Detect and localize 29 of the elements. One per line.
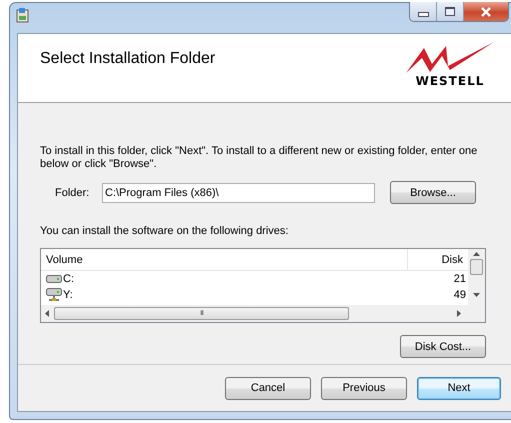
scroll-up-icon (473, 252, 480, 256)
browse-button[interactable]: Browse... (390, 181, 476, 204)
folder-label: Folder: (54, 186, 90, 198)
network-drive-icon (46, 288, 62, 302)
scroll-right-icon (457, 310, 461, 317)
dialog-button[interactable]: Previous (321, 376, 407, 400)
vertical-scrollbar[interactable] (468, 249, 485, 305)
disk-cell-text: 49 (454, 289, 467, 301)
installer-icon (16, 7, 30, 23)
column-header[interactable]: Volume (41, 249, 408, 270)
column-header[interactable]: Disk (408, 249, 468, 270)
dialog-button[interactable]: Cancel (225, 376, 311, 400)
close-button[interactable] (464, 2, 508, 21)
drives-label: You can install the software on the following drives: (40, 225, 290, 237)
scroll-left-icon (45, 310, 49, 317)
scroll-down-icon (473, 293, 480, 297)
maximize-button[interactable] (437, 2, 464, 21)
volume-cell-text: Y: (63, 289, 74, 301)
logo-text: WESTELL (416, 74, 484, 88)
drive-icon (46, 274, 62, 284)
disk-cost-button[interactable]: Disk Cost... (400, 335, 486, 358)
dialog-button[interactable]: Next (417, 376, 501, 400)
instructions-text: To install in this folder, click "Next". To install to a different new or existing folder, enter one below or click "Browse". (40, 145, 478, 171)
page-title: Select Installation Folder (40, 50, 216, 69)
minimize-button[interactable] (410, 2, 437, 21)
volume-cell-text: C: (63, 273, 75, 285)
folder-field[interactable]: C:\Program Files (x86)\ (102, 182, 375, 202)
disk-cell-text: 21 (454, 273, 467, 285)
close-icon (480, 6, 492, 16)
